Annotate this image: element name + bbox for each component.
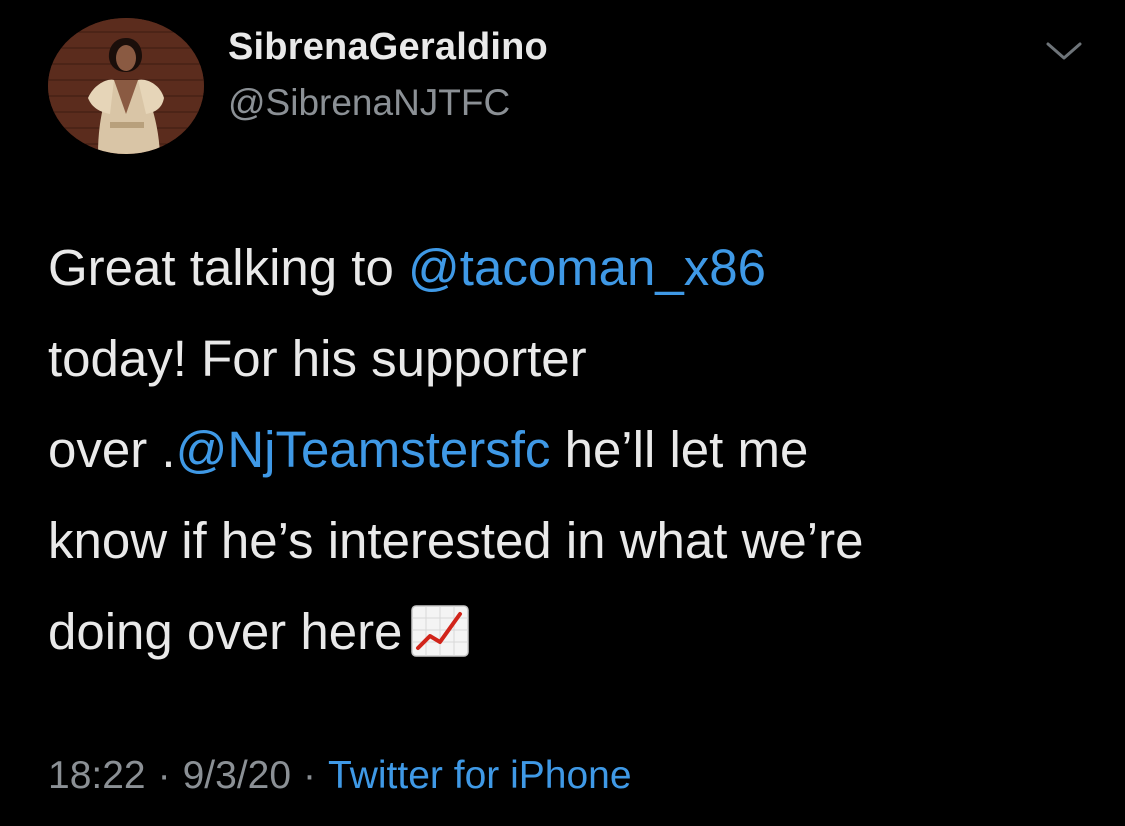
tweet-text-fragment: Great talking to	[48, 239, 409, 296]
tweet-source-link[interactable]: Twitter for iPhone	[328, 754, 631, 797]
mention-link[interactable]: @NjTeamstersfc	[176, 421, 551, 478]
tweet-text-fragment: he’ll let me	[550, 421, 809, 478]
tweet-text-fragment: doing over here	[48, 603, 403, 660]
tweet-line: over .@NjTeamstersfc he’ll let me	[48, 404, 1088, 495]
tweet-line: today! For his supporter	[48, 330, 587, 387]
chart-increasing-emoji-icon	[410, 595, 470, 657]
tweet-card: SibrenaGeraldino @SibrenaNJTFC Great tal…	[0, 0, 1125, 826]
tweet-menu-button[interactable]	[1044, 38, 1084, 66]
chevron-down-icon	[1046, 42, 1082, 60]
author-handle[interactable]: @SibrenaNJTFC	[228, 82, 510, 124]
tweet-line: know if he’s interested in what we’re	[48, 512, 864, 569]
tweet-line: Great talking to @tacoman_x86	[48, 222, 1088, 313]
author-display-name[interactable]: SibrenaGeraldino	[228, 26, 548, 69]
tweet-body: Great talking to @tacoman_x86 today! For…	[48, 222, 1088, 677]
tweet-line: doing over here	[48, 586, 1088, 677]
tweet-date: 9/3/20	[182, 754, 292, 797]
profile-photo	[48, 18, 204, 154]
separator: ·	[157, 754, 171, 797]
tweet-time: 18:22	[48, 754, 146, 797]
tweet-metadata: 18:22 · 9/3/20 · Twitter for iPhone	[48, 754, 632, 798]
separator: ·	[303, 754, 317, 797]
mention-link[interactable]: @tacoman_x86	[408, 239, 766, 296]
avatar[interactable]	[48, 18, 204, 154]
tweet-text-fragment: over .	[48, 421, 176, 478]
